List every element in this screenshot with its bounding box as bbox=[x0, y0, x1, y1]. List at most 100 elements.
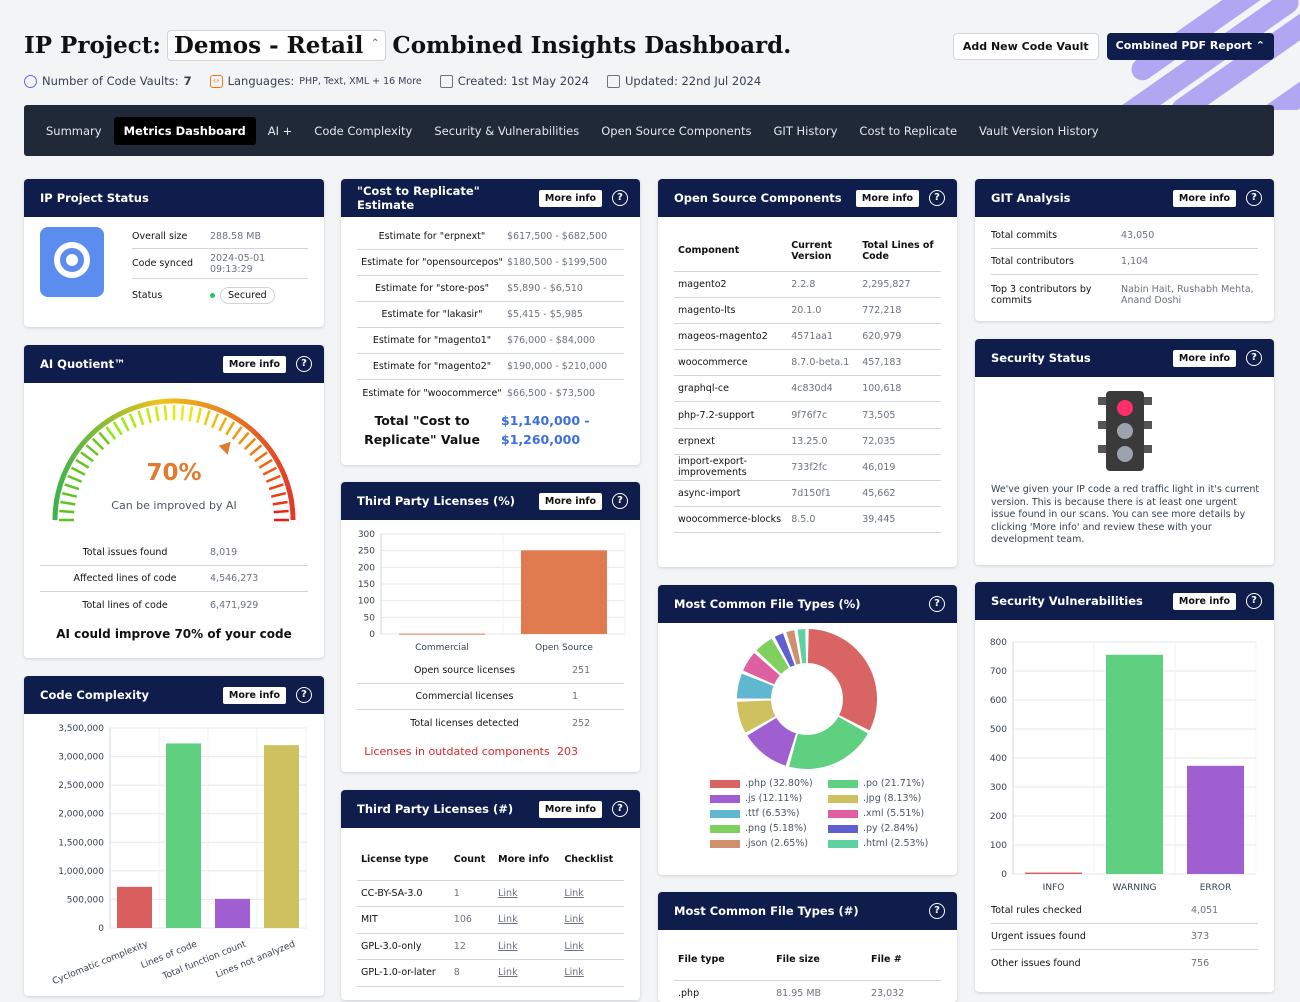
oss-cell-v: 2.2.8 bbox=[787, 271, 859, 298]
oss-cell-n: magento-lts bbox=[674, 297, 788, 324]
y-tick-label: 0 bbox=[369, 630, 375, 640]
oss-cell-v: 4c830d4 bbox=[787, 375, 859, 403]
x-tick-label: Total function count bbox=[161, 939, 249, 982]
git-row-value: 43,050 bbox=[1121, 230, 1155, 241]
project-select[interactable]: Demos - Retail ⌃ bbox=[166, 30, 387, 61]
more-info-button[interactable]: More info bbox=[1172, 592, 1236, 610]
more-info-button[interactable]: More info bbox=[538, 800, 602, 818]
help-icon[interactable]: ? bbox=[1246, 190, 1262, 206]
filetype-col-header: File size bbox=[772, 940, 868, 981]
help-icon[interactable]: ? bbox=[929, 190, 945, 206]
main-nav: Summary Metrics Dashboard AI + Code Complex… bbox=[24, 105, 1274, 156]
nav-tab-7[interactable]: Cost to Replicate bbox=[849, 117, 967, 145]
nav-tab-2[interactable]: AI + bbox=[258, 117, 303, 145]
help-icon[interactable]: ? bbox=[1246, 593, 1262, 609]
combined-pdf-report-button[interactable]: Combined PDF Report ⌃ bbox=[1106, 33, 1274, 60]
legend-item[interactable]: .php (32.80%) bbox=[710, 778, 820, 789]
legend-label: .html (2.53%) bbox=[863, 838, 929, 849]
help-icon[interactable]: ? bbox=[612, 190, 628, 206]
legend-item[interactable]: .json (2.65%) bbox=[710, 838, 820, 849]
more-info-button[interactable]: More info bbox=[855, 189, 919, 207]
help-icon[interactable]: ? bbox=[612, 801, 628, 817]
nav-tab-8[interactable]: Vault Version History bbox=[969, 117, 1109, 145]
legend-swatch bbox=[828, 794, 858, 803]
legend-label: .js (12.11%) bbox=[745, 793, 803, 804]
x-tick-label: Open Source bbox=[535, 643, 593, 653]
x-tick-label: WARNING bbox=[1113, 883, 1157, 893]
more-info-button[interactable]: More info bbox=[1172, 189, 1236, 207]
gauge-tick bbox=[196, 407, 203, 424]
license-cell-k[interactable]: Link bbox=[560, 933, 624, 960]
cost-row: Estimate for "opensourcepos" $180,500 - $… bbox=[357, 250, 624, 276]
oss-cell-l: 457,183 bbox=[858, 349, 941, 377]
license-cell-m[interactable]: Link bbox=[494, 880, 561, 907]
card-title: IP Project Status bbox=[40, 191, 149, 205]
code-complexity-card: Code Complexity More info? 0 500,000 1,000,… bbox=[24, 676, 324, 996]
legend-item[interactable]: .xml (5.51%) bbox=[828, 808, 938, 819]
help-icon[interactable]: ? bbox=[929, 903, 945, 919]
chevron-updown-icon: ⌃ bbox=[371, 38, 380, 49]
oss-cell-n: mageos-magento2 bbox=[674, 323, 788, 351]
oss-cell-l: 100,618 bbox=[858, 375, 941, 403]
security-status-text: We've given your IP code a red traffic l… bbox=[991, 484, 1260, 546]
nav-tab-3[interactable]: Code Complexity bbox=[304, 117, 422, 145]
nav-tab-4[interactable]: Security & Vulnerabilities bbox=[424, 117, 589, 145]
license-cell-c: 106 bbox=[449, 906, 495, 934]
legend-item[interactable]: .js (12.11%) bbox=[710, 793, 820, 804]
more-info-button[interactable]: More info bbox=[538, 189, 602, 207]
nav-tab-1[interactable]: Metrics Dashboard bbox=[113, 116, 256, 145]
gauge-tick bbox=[203, 410, 211, 426]
license-cell-t: CC-BY-SA-3.0 bbox=[357, 880, 450, 907]
y-tick-label: 300 bbox=[358, 530, 375, 540]
legend-label: .json (2.65%) bbox=[745, 838, 809, 849]
vuln-stat-row: Other issues found 756 bbox=[991, 950, 1258, 976]
license-cell-m[interactable]: Link bbox=[494, 959, 561, 987]
help-icon[interactable]: ? bbox=[929, 596, 945, 612]
legend-item[interactable]: .html (2.53%) bbox=[828, 838, 938, 849]
y-tick-label: 300 bbox=[990, 783, 1007, 793]
y-tick-label: 3,500,000 bbox=[58, 724, 104, 734]
add-code-vault-button[interactable]: Add New Code Vault bbox=[952, 33, 1099, 60]
nav-tab-0[interactable]: Summary bbox=[36, 117, 112, 145]
help-icon[interactable]: ? bbox=[296, 356, 312, 372]
clock-icon bbox=[24, 74, 37, 88]
more-info-button[interactable]: More info bbox=[222, 355, 286, 373]
help-icon[interactable]: ? bbox=[1246, 350, 1262, 366]
help-icon[interactable]: ? bbox=[296, 687, 312, 703]
help-icon[interactable]: ? bbox=[612, 493, 628, 509]
legend-item[interactable]: .png (5.18%) bbox=[710, 823, 820, 834]
license-cell-k[interactable]: Link bbox=[560, 880, 624, 907]
legend-swatch bbox=[828, 824, 858, 833]
license-cell-m[interactable]: Link bbox=[494, 933, 561, 960]
cost-row-label: Estimate for "magento1" bbox=[372, 335, 492, 346]
legend-item[interactable]: .py (2.84%) bbox=[828, 823, 938, 834]
y-tick-label: 50 bbox=[364, 613, 376, 623]
table-row: woocommerce 8.7.0-beta.1 457,183 bbox=[674, 349, 941, 377]
gauge-tick bbox=[218, 416, 228, 432]
nav-tab-6[interactable]: GIT History bbox=[764, 117, 848, 145]
more-info-button[interactable]: More info bbox=[1172, 349, 1236, 367]
table-header: License type Count More info Checklist bbox=[357, 840, 624, 881]
legend-label: .py (2.84%) bbox=[863, 823, 919, 834]
nav-tab-5[interactable]: Open Source Components bbox=[591, 117, 761, 145]
gauge-tick bbox=[128, 413, 137, 429]
license-cell-m[interactable]: Link bbox=[494, 906, 561, 934]
more-info-button[interactable]: More info bbox=[222, 686, 286, 704]
cost-row-label: Estimate for "woocommerce" bbox=[362, 387, 502, 399]
cost-row-label: Estimate for "lakasir" bbox=[381, 309, 483, 320]
license-cell-k[interactable]: Link bbox=[560, 906, 624, 934]
git-analysis-card: GIT Analysis More info? Total commits 43,0… bbox=[975, 179, 1274, 321]
cost-row-label: Estimate for "erpnext" bbox=[378, 231, 486, 242]
legend-item[interactable]: .po (21.71%) bbox=[828, 778, 938, 789]
x-tick-label: INFO bbox=[1043, 883, 1065, 893]
legend-item[interactable]: .jpg (8.13%) bbox=[828, 793, 938, 804]
legend-item[interactable]: .ttf (6.53%) bbox=[710, 808, 820, 819]
table-row: mageos-magento2 4571aa1 620,979 bbox=[674, 323, 941, 351]
legend-label: .po (21.71%) bbox=[863, 778, 925, 789]
oss-cell-l: 72,035 bbox=[858, 428, 941, 455]
more-info-button[interactable]: More info bbox=[538, 492, 602, 510]
gauge-tick bbox=[188, 406, 194, 422]
table-row: graphql-ce 4c830d4 100,618 bbox=[674, 375, 941, 403]
license-cell-k[interactable]: Link bbox=[560, 959, 624, 987]
legend-swatch bbox=[710, 809, 740, 818]
